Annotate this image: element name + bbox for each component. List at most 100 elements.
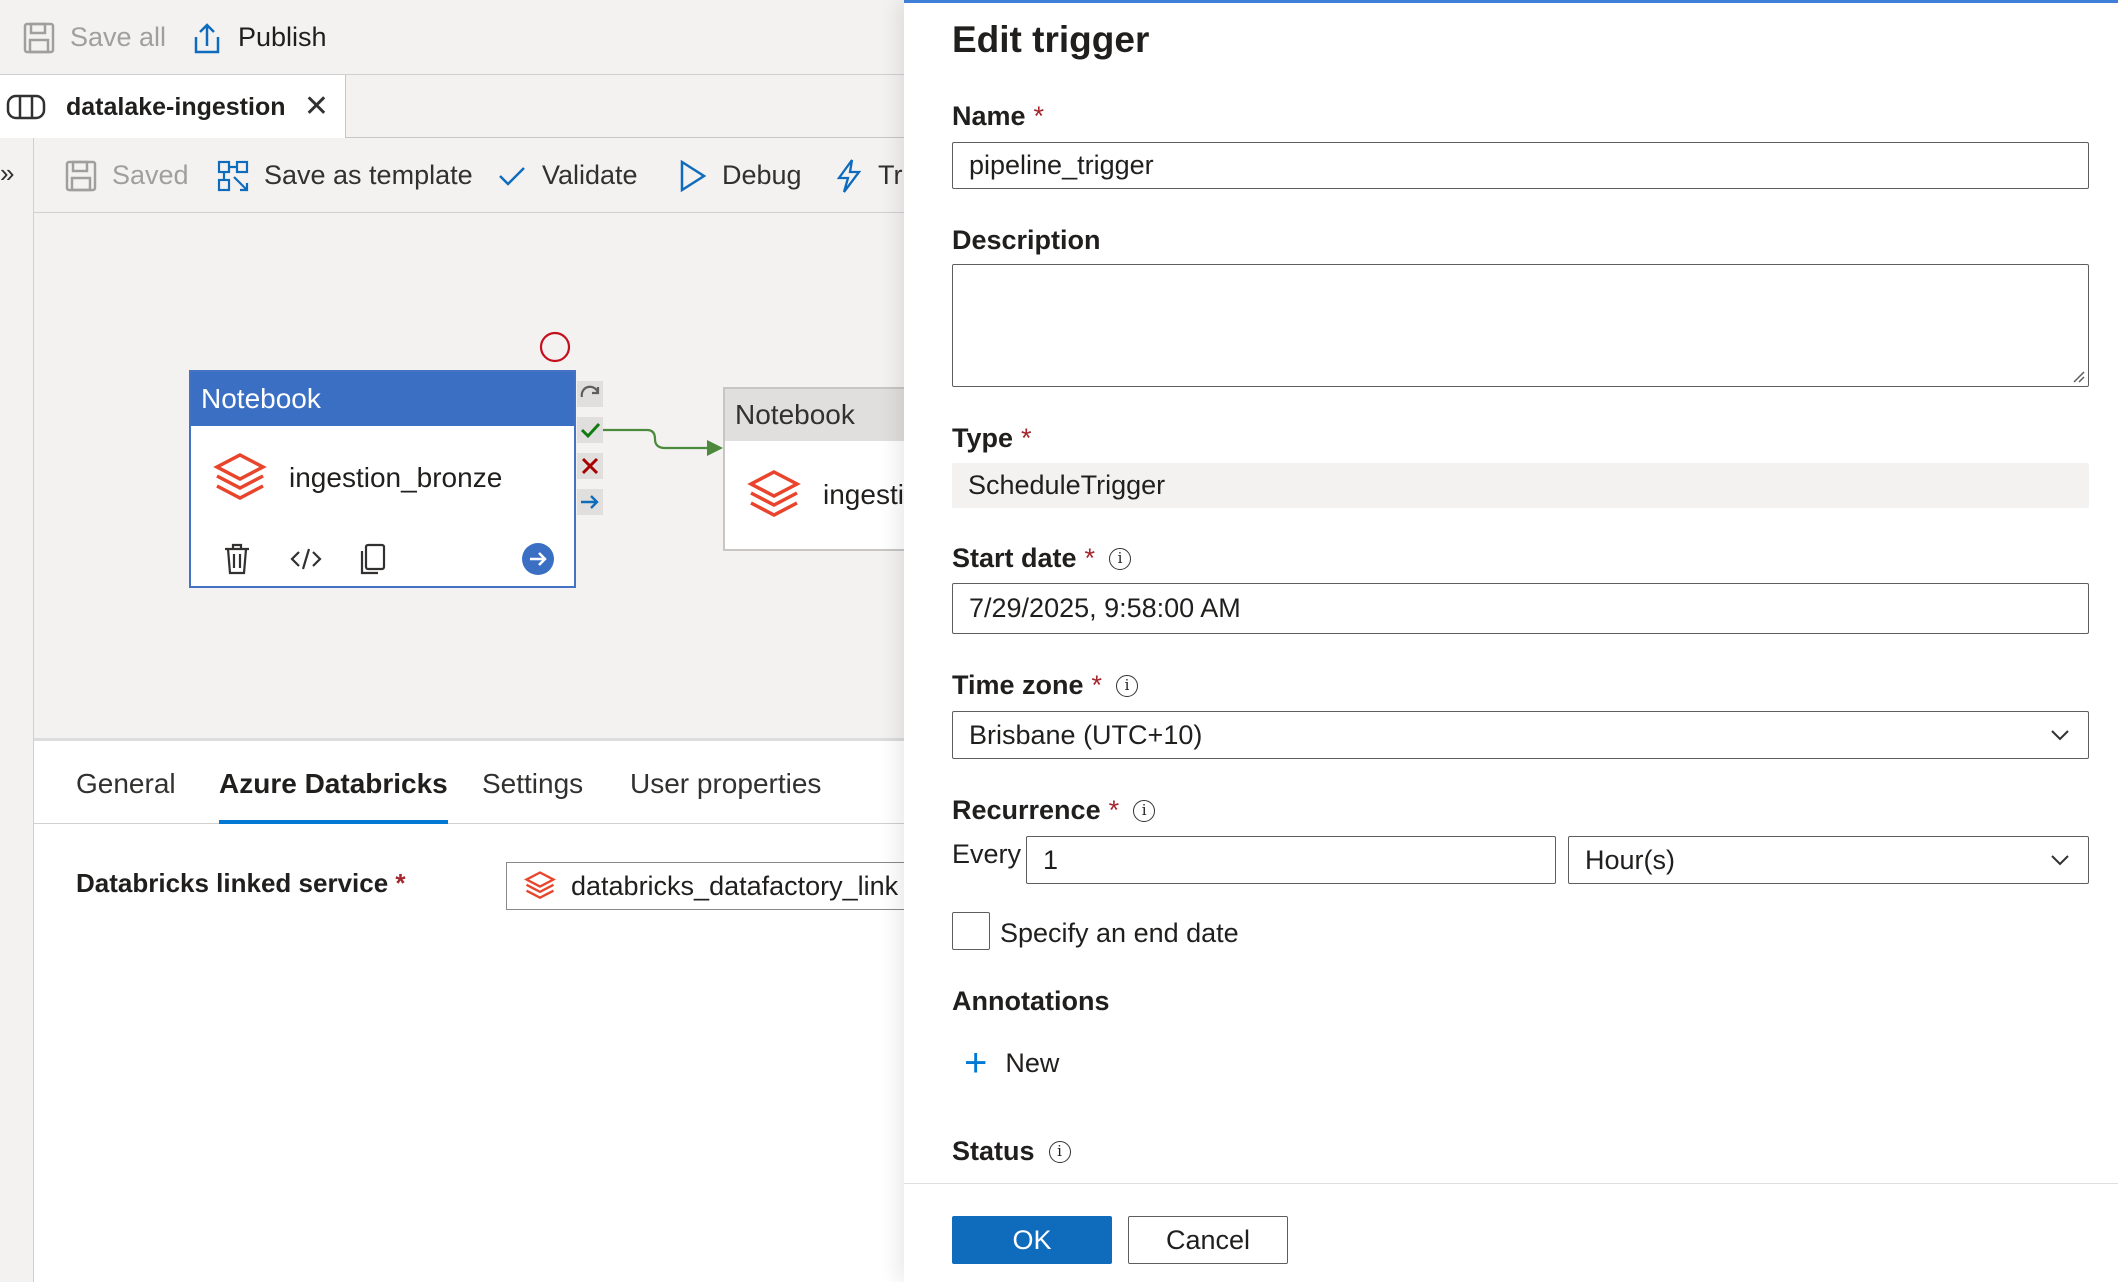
pipeline-toolbar: Saved Save as template Validate Debug Tr: [34, 138, 904, 213]
recurrence-unit-select[interactable]: Hour(s): [1568, 836, 2089, 884]
play-icon: [680, 159, 707, 192]
tab-azure-databricks[interactable]: Azure Databricks: [219, 744, 448, 824]
name-input[interactable]: pipeline_trigger: [952, 142, 2089, 189]
every-label: Every: [952, 839, 1022, 869]
validate-button[interactable]: Validate: [496, 138, 638, 213]
pipeline-authoring-area: Save all Publish datalake-ingestion ✕ »: [0, 0, 904, 1282]
linked-service-value: databricks_datafactory_link: [571, 870, 899, 901]
new-annotation-button[interactable]: + New: [964, 1040, 1060, 1085]
start-date-label-text: Start date: [952, 543, 1077, 573]
saved-button[interactable]: Saved: [64, 138, 189, 213]
type-label-text: Type: [952, 423, 1014, 453]
type-value: ScheduleTrigger: [968, 470, 1166, 500]
time-zone-value: Brisbane (UTC+10): [969, 719, 1203, 750]
type-label: Type *: [952, 423, 1032, 454]
activity-name: ingestion_bronze: [289, 462, 503, 493]
time-zone-label-text: Time zone: [952, 670, 1084, 700]
lightning-icon: [836, 158, 862, 193]
required-mark: *: [1033, 101, 1045, 131]
info-icon[interactable]: i: [1048, 1140, 1071, 1163]
chevron-down-icon: [2051, 855, 2069, 866]
publish-icon: [194, 22, 220, 53]
resize-handle-icon[interactable]: [2071, 369, 2085, 383]
notebook-activity-ingestion-2[interactable]: Notebook ingesti: [723, 387, 904, 551]
recurrence-label: Recurrence * i: [952, 795, 1156, 826]
save-as-template-label: Save as template: [264, 160, 473, 190]
description-textarea[interactable]: [952, 264, 2089, 387]
end-date-checkbox[interactable]: [952, 912, 990, 950]
tab-datalake-ingestion[interactable]: datalake-ingestion ✕: [0, 75, 346, 139]
time-zone-select[interactable]: Brisbane (UTC+10): [952, 711, 2089, 759]
failure-port-icon[interactable]: [577, 453, 603, 479]
activity-header: Notebook: [191, 372, 574, 426]
delete-icon[interactable]: [221, 542, 253, 581]
info-icon[interactable]: i: [1116, 674, 1139, 697]
databricks-icon: [523, 871, 557, 900]
checkmark-icon: [499, 166, 525, 186]
save-all-button[interactable]: Save all: [22, 0, 166, 75]
required-mark: *: [1021, 423, 1032, 453]
success-connector-arrow: [603, 428, 723, 456]
publish-label: Publish: [238, 22, 327, 52]
factory-toolbar: Save all Publish: [0, 0, 904, 75]
publish-button[interactable]: Publish: [190, 0, 327, 75]
linked-service-label: Databricks linked service *: [76, 868, 406, 899]
pipeline-canvas[interactable]: Notebook ingestion_bronze Notebook inges…: [34, 213, 904, 741]
notebook-activity-ingestion-bronze[interactable]: Notebook ingestion_bronze: [189, 370, 576, 588]
debug-button[interactable]: Debug: [676, 138, 802, 213]
name-value: pipeline_trigger: [969, 150, 1154, 180]
time-zone-label: Time zone * i: [952, 670, 1139, 701]
activity-header: Notebook: [725, 389, 904, 441]
save-as-template-button[interactable]: Save as template: [216, 138, 473, 213]
cancel-button[interactable]: Cancel: [1128, 1216, 1288, 1264]
validate-label: Validate: [542, 160, 638, 190]
recurrence-unit-value: Hour(s): [1585, 844, 1676, 875]
databricks-icon: [747, 470, 801, 517]
expand-icon[interactable]: »: [0, 158, 14, 189]
tab-user-properties[interactable]: User properties: [630, 744, 821, 824]
recurrence-interval-input[interactable]: 1: [1026, 836, 1556, 884]
annotations-label: Annotations: [952, 986, 1109, 1017]
linked-service-row: Databricks linked service * databricks_d…: [76, 862, 904, 912]
new-label: New: [1005, 1047, 1060, 1078]
pipeline-icon: [6, 94, 46, 120]
description-label: Description: [952, 225, 1101, 256]
info-icon[interactable]: i: [1109, 547, 1132, 570]
start-date-label: Start date * i: [952, 543, 1132, 574]
activity-name: ingesti: [823, 479, 904, 510]
start-date-value: 7/29/2025, 9:58:00 AM: [969, 593, 1241, 623]
trigger-label: Tr: [878, 160, 903, 190]
tab-settings[interactable]: Settings: [482, 744, 583, 824]
save-all-label: Save all: [70, 22, 167, 52]
add-trigger-button[interactable]: Tr: [834, 138, 902, 213]
required-mark: *: [1108, 795, 1120, 825]
ok-button[interactable]: OK: [952, 1216, 1112, 1264]
plus-icon: +: [964, 1040, 988, 1085]
linked-service-select[interactable]: databricks_datafactory_link: [506, 862, 904, 910]
start-date-picker[interactable]: 7/29/2025, 9:58:00 AM: [952, 583, 2089, 634]
required-mark: *: [1091, 670, 1103, 700]
code-icon[interactable]: [289, 542, 323, 581]
skip-port-icon[interactable]: [577, 381, 603, 407]
info-icon[interactable]: i: [1133, 799, 1156, 822]
debug-label: Debug: [722, 160, 802, 190]
databricks-icon: [213, 453, 267, 500]
properties-tabs: General Azure Databricks Settings User p…: [34, 744, 904, 824]
linked-service-label-text: Databricks linked service: [76, 868, 389, 898]
end-date-label[interactable]: Specify an end date: [1000, 918, 1239, 949]
save-icon: [23, 22, 55, 53]
template-icon: [217, 160, 249, 191]
recurrence-label-text: Recurrence: [952, 795, 1101, 825]
tab-general[interactable]: General: [76, 744, 176, 824]
go-arrow-icon[interactable]: [521, 542, 555, 581]
success-port-icon[interactable]: [577, 417, 603, 443]
status-label-text: Status: [952, 1136, 1035, 1166]
close-tab-icon[interactable]: ✕: [304, 89, 329, 124]
description-label-text: Description: [952, 225, 1101, 255]
copy-icon[interactable]: [357, 542, 389, 581]
chevron-down-icon: [2051, 730, 2069, 741]
tab-title: datalake-ingestion: [66, 92, 286, 121]
saved-label: Saved: [112, 160, 189, 190]
completion-port-icon[interactable]: [577, 489, 603, 515]
name-label: Name *: [952, 101, 1044, 132]
